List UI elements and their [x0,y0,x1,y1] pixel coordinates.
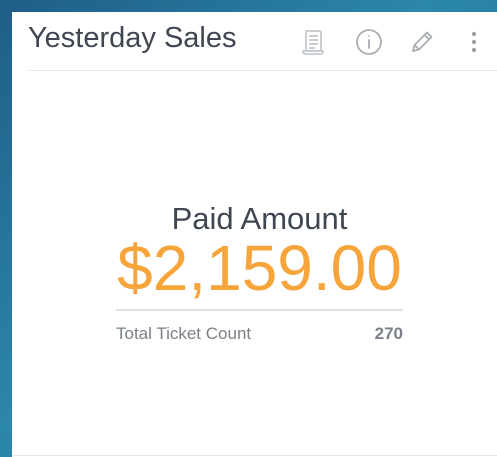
ticket-count-value: 270 [374,324,403,343]
pencil-icon[interactable] [404,24,440,60]
widget-title: Yesterday Sales [28,22,237,54]
widget-header: Yesterday Sales [12,12,497,70]
ticket-count-label: Total Ticket Count [116,324,252,343]
kpi-content: Paid Amount $2,159.00 Total Ticket Count… [12,70,497,457]
card-bottom-divider [12,455,497,456]
sales-widget-card: Yesterday Sales Paid Amount $2,159.00 To… [12,12,497,457]
more-vertical-icon[interactable] [456,24,492,60]
report-scroll-icon[interactable] [295,24,331,60]
kpi-value: $2,159.00 [117,232,402,304]
kpi-divider [116,309,403,311]
info-icon[interactable] [351,24,387,60]
